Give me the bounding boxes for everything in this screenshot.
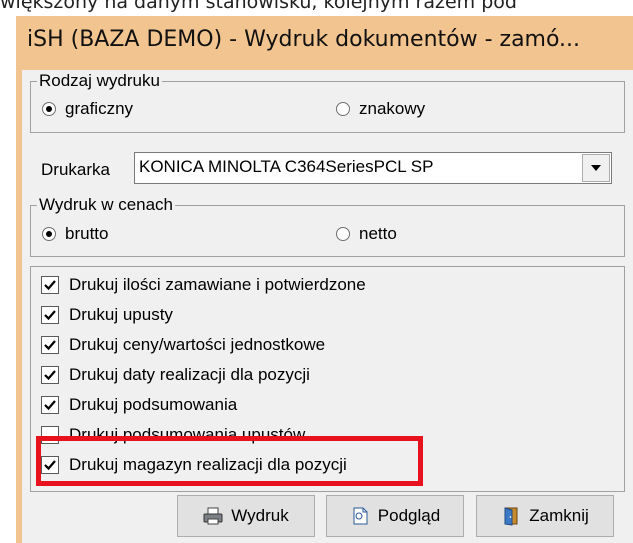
checkbox-checked-icon	[41, 276, 59, 294]
radio-netto[interactable]: netto	[336, 224, 397, 244]
checkbox-upusty[interactable]: Drukuj upusty	[41, 305, 173, 325]
checkbox-checked-icon	[41, 366, 59, 384]
printer-icon	[203, 506, 223, 526]
prices-legend: Wydruk w cenach	[37, 195, 176, 215]
printer-select[interactable]: KONICA MINOLTA C364SeriesPCL SP	[134, 152, 612, 184]
page-preview-icon	[350, 506, 370, 526]
checkbox-podsumowania[interactable]: Drukuj podsumowania	[41, 395, 237, 415]
window-title: iSH (BAZA DEMO) - Wydruk dokumentów - za…	[27, 27, 581, 52]
checkbox-daty-label: Drukuj daty realizacji dla pozycji	[69, 365, 310, 384]
exit-door-icon	[501, 506, 521, 526]
checkbox-checked-icon	[41, 306, 59, 324]
checkbox-podsumowania-upustow-label: Drukuj podsumowania upustów	[69, 425, 306, 444]
checkbox-ceny-label: Drukuj ceny/wartości jednostkowe	[69, 335, 326, 354]
print-button[interactable]: Wydruk	[177, 495, 315, 537]
prices-group: Wydruk w cenach brutto netto	[30, 195, 625, 257]
print-dialog-window: iSH (BAZA DEMO) - Wydruk dokumentów - za…	[16, 16, 633, 543]
checkbox-checked-icon	[41, 336, 59, 354]
radio-unselected-icon	[336, 102, 350, 116]
checkbox-podsumowania-label: Drukuj podsumowania	[69, 395, 238, 414]
checkbox-checked-icon	[41, 396, 59, 414]
checkbox-ilosci-label: Drukuj ilości zamawiane i potwierdzone	[69, 275, 366, 294]
printer-label: Drukarka	[41, 160, 110, 179]
preview-button-label: Podgląd	[377, 506, 441, 525]
checkbox-magazyn-label: Drukuj magazyn realizacji dla pozycji	[69, 455, 347, 474]
radio-znakowy[interactable]: znakowy	[336, 99, 425, 119]
print-button-label: Wydruk	[231, 506, 289, 525]
checkbox-upusty-label: Drukuj upusty	[69, 305, 173, 324]
checkbox-ilosci[interactable]: Drukuj ilości zamawiane i potwierdzone	[41, 275, 366, 295]
radio-unselected-icon	[336, 227, 350, 241]
checkbox-checked-icon	[41, 456, 59, 474]
preview-button[interactable]: Podgląd	[326, 495, 464, 537]
printer-select-value: KONICA MINOLTA C364SeriesPCL SP	[139, 157, 434, 176]
title-bar[interactable]: iSH (BAZA DEMO) - Wydruk dokumentów - za…	[16, 16, 633, 68]
radio-netto-label: netto	[359, 224, 397, 243]
radio-graficzny[interactable]: graficzny	[42, 99, 133, 119]
radio-brutto-label: brutto	[65, 224, 109, 243]
print-type-group: Rodzaj wydruku graficzny znakowy	[30, 71, 625, 133]
radio-selected-icon	[42, 102, 56, 116]
radio-graficzny-label: graficzny	[65, 99, 134, 118]
chevron-down-icon[interactable]	[582, 154, 610, 182]
checkbox-ceny[interactable]: Drukuj ceny/wartości jednostkowe	[41, 335, 325, 355]
checkbox-daty[interactable]: Drukuj daty realizacji dla pozycji	[41, 365, 310, 385]
checkbox-magazyn[interactable]: Drukuj magazyn realizacji dla pozycji	[41, 455, 347, 475]
radio-selected-icon	[42, 227, 56, 241]
print-type-legend: Rodzaj wydruku	[37, 71, 162, 91]
background-document-text: większony na danym stanowisku, kolejnym …	[0, 0, 517, 13]
radio-brutto[interactable]: brutto	[42, 224, 108, 244]
close-button[interactable]: Zamknij	[476, 495, 614, 537]
close-button-label: Zamknij	[529, 506, 589, 525]
checkbox-podsumowania-upustow[interactable]: Drukuj podsumowania upustów	[41, 425, 305, 445]
checkbox-unchecked-icon	[41, 426, 59, 444]
radio-znakowy-label: znakowy	[359, 99, 426, 118]
dialog-client-area: Rodzaj wydruku graficzny znakowy Drukark…	[22, 70, 633, 543]
